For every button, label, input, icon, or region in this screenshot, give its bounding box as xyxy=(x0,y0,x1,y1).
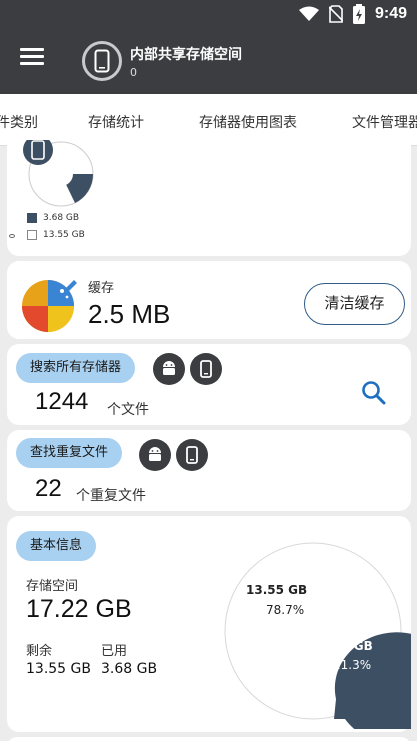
cache-card: 缓存 2.5 MB 清洁缓存 xyxy=(7,261,411,339)
no-sim-icon xyxy=(328,5,343,23)
search-storage-card[interactable]: 搜索所有存储器 1244 个文件 xyxy=(7,344,411,425)
tab-storage-stats[interactable]: 存储统计 xyxy=(88,112,144,132)
app-subtitle: 0 xyxy=(130,66,137,79)
legend-item-free: 13.55 GB xyxy=(27,230,85,240)
duplicate-count: 22 xyxy=(35,475,62,502)
cache-size-value: 2.5 MB xyxy=(88,299,171,329)
clean-cache-button[interactable]: 清洁缓存 xyxy=(304,283,405,325)
app-bar: 内部共享存储空间 0 xyxy=(0,28,417,94)
basic-info-pill: 基本信息 xyxy=(16,531,97,561)
status-time: 9:49 xyxy=(374,5,407,22)
legend-label-free: 13.55 GB xyxy=(43,230,85,240)
phone-storage-icon xyxy=(82,41,122,81)
file-count-unit: 个文件 xyxy=(107,402,149,418)
menu-icon[interactable] xyxy=(20,48,44,66)
pie-used-value: 3.68 GB xyxy=(320,639,373,653)
battery-charging-icon xyxy=(352,4,365,24)
tab-storage-chart[interactable]: 存储器使用图表 xyxy=(199,112,297,132)
storage-pie-chart xyxy=(224,542,411,729)
storage-space-label: 存储空间 xyxy=(26,579,79,594)
tab-file-categories[interactable]: 件类别 xyxy=(0,112,38,132)
legend-label-used: 3.68 GB xyxy=(43,213,80,223)
duplicate-count-unit: 个重复文件 xyxy=(76,488,146,504)
pie-used-percent: 21.3% xyxy=(333,658,372,672)
legend-swatch-used xyxy=(27,213,37,223)
used-value: 3.68 GB xyxy=(101,661,158,677)
used-label: 已用 xyxy=(101,644,128,659)
app-title: 内部共享存储空间 xyxy=(130,47,242,63)
free-value: 13.55 GB xyxy=(26,661,91,677)
pie-free-percent: 78.7% xyxy=(266,603,305,617)
cache-label: 缓存 xyxy=(88,281,115,296)
storage-pie-chart-small xyxy=(23,140,94,207)
storage-chart-card: 3.68 GB 13.55 GB xyxy=(7,140,411,256)
android-icon xyxy=(139,439,171,471)
phone-icon xyxy=(190,353,222,385)
next-card xyxy=(7,737,411,741)
phone-icon xyxy=(176,439,208,471)
tab-file-manager[interactable]: 文件管理器 xyxy=(352,112,417,132)
android-icon xyxy=(153,353,185,385)
legend-item-used: 3.68 GB xyxy=(27,213,79,223)
file-count: 1244 xyxy=(35,388,89,415)
search-icon[interactable] xyxy=(361,380,387,406)
legend-dot xyxy=(9,234,15,238)
wifi-icon xyxy=(298,6,319,21)
duplicate-files-card[interactable]: 查找重复文件 22 个重复文件 xyxy=(7,430,411,511)
search-all-storage-pill[interactable]: 搜索所有存储器 xyxy=(16,353,136,383)
find-duplicates-pill[interactable]: 查找重复文件 xyxy=(16,438,123,468)
cache-cleaner-icon xyxy=(22,280,77,332)
storage-space-value: 17.22 GB xyxy=(26,595,132,623)
basic-info-card: 基本信息 存储空间 17.22 GB 剩余 13.55 GB 已用 3.68 G… xyxy=(7,516,411,732)
pie-free-value: 13.55 GB xyxy=(246,583,308,597)
free-label: 剩余 xyxy=(26,644,53,659)
legend-swatch-free xyxy=(27,230,37,240)
tab-bar: 件类别 存储统计 存储器使用图表 文件管理器 xyxy=(0,94,417,146)
status-bar: 9:49 xyxy=(0,0,417,28)
